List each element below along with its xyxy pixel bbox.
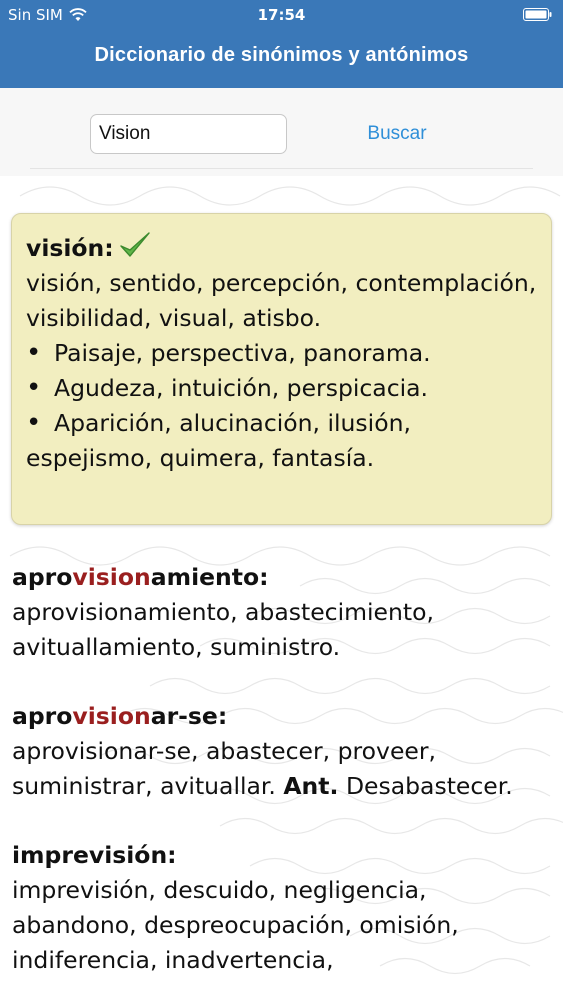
divider — [30, 168, 533, 169]
entry-headword: aprovisionar-se: — [12, 699, 552, 734]
main-synonyms: visión, sentido, percepción, contemplaci… — [26, 269, 537, 332]
search-input[interactable] — [90, 114, 287, 154]
app-title: Diccionario de sinónimos y antónimos — [94, 44, 469, 66]
list-item: imprevisión: imprevisión, descuido, negl… — [12, 838, 552, 978]
meaning-bullet: Aparición, alucinación, ilusión, espejis… — [26, 406, 537, 476]
headword-part: imprevisión: — [12, 841, 177, 869]
list-item: aprovisionar-se: aprovisionar-se, abaste… — [12, 699, 552, 804]
status-bar: Sin SIM 17:54 — [0, 0, 563, 30]
clock: 17:54 — [257, 6, 306, 24]
main-result-card: visión: visión, sentido, percepción, con… — [11, 213, 552, 525]
entry-synonyms: aprovisionamiento, abastecimiento, avitu… — [12, 598, 434, 661]
entry-headword: imprevisión: — [12, 838, 552, 873]
results-area[interactable]: visión: visión, sentido, percepción, con… — [0, 176, 563, 1000]
main-headword: visión: — [26, 234, 114, 262]
meaning-bullet: Paisaje, perspectiva, panorama. — [26, 336, 537, 371]
entry-synonyms: aprovisionar-se, abastecer, proveer, sum… — [12, 734, 552, 804]
headword-part: apro — [12, 702, 73, 730]
headword-part: ar-se: — [150, 702, 228, 730]
search-bar: Buscar — [0, 88, 563, 176]
related-entries: aprovisionamiento: aprovisionamiento, ab… — [12, 560, 552, 1000]
app-screen: Sin SIM 17:54 Diccionario de sinónimos y… — [0, 0, 563, 1000]
headword-part: apro — [12, 563, 73, 591]
battery-icon — [523, 8, 552, 21]
headword-part: amiento: — [150, 563, 269, 591]
headword-match: vision — [72, 563, 151, 591]
entry-headword: aprovisionamiento: — [12, 560, 552, 595]
search-button[interactable]: Buscar — [352, 118, 442, 150]
top-bar: Sin SIM 17:54 Diccionario de sinónimos y… — [0, 0, 563, 88]
entry-synonyms: imprevisión, descuido, negligencia, aban… — [12, 876, 459, 974]
antonym-label: Ant. — [283, 772, 339, 800]
checkmark-icon — [120, 232, 150, 257]
antonym-text: Desabastecer. — [345, 772, 513, 800]
list-item: aprovisionamiento: aprovisionamiento, ab… — [12, 560, 552, 665]
meaning-bullet: Agudeza, intuición, perspicacia. — [26, 371, 537, 406]
headword-match: vision — [72, 702, 151, 730]
